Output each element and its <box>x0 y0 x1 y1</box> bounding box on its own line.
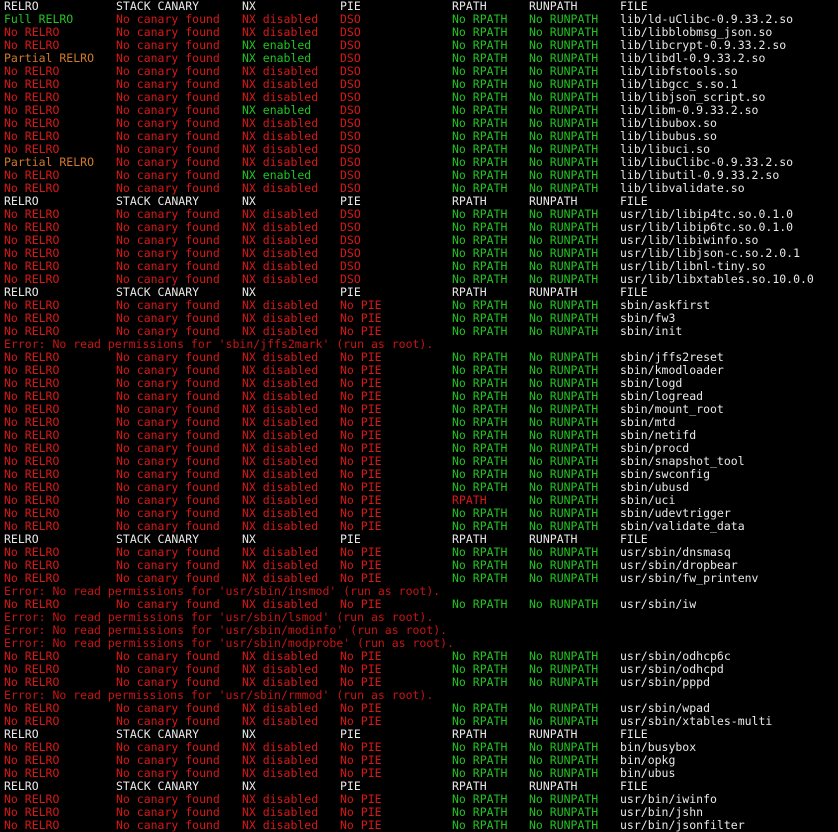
stack-canary-cell: No canary found <box>116 818 220 832</box>
file-cell: usr/sbin/fw_printenv <box>620 571 759 585</box>
runpath-cell: No RUNPATH <box>529 324 599 338</box>
relro-cell: No RELRO <box>4 818 60 832</box>
runpath-cell: No RUNPATH <box>529 818 599 832</box>
runpath-cell: No RUNPATH <box>529 571 599 585</box>
rpath-cell: No RPATH <box>452 675 508 689</box>
runpath-cell: No RUNPATH <box>529 675 599 689</box>
file-cell: usr/sbin/pppd <box>620 675 711 689</box>
terminal-output[interactable]: RELRO STACK CANARY NX PIE RPATH RUNPATH FILE Fu… <box>0 0 838 832</box>
file-cell: usr/lib/libxtables.so.10.0.0 <box>620 272 814 286</box>
pie-cell: No PIE <box>340 818 382 832</box>
nx-cell: NX disabled <box>242 818 319 832</box>
rpath-cell: No RPATH <box>452 818 508 832</box>
runpath-cell: No RUNPATH <box>529 597 599 611</box>
file-cell: usr/bin/jsonfilter <box>620 818 745 832</box>
rpath-cell: No RPATH <box>452 324 508 338</box>
rpath-cell: No RPATH <box>452 597 508 611</box>
result-row: No RELRO No canary found NX disabled No PIE… <box>0 819 838 832</box>
error-message: Error: No read permissions for 'usr/sbin… <box>4 636 455 650</box>
file-cell: usr/sbin/iw <box>620 597 697 611</box>
rpath-cell: No RPATH <box>452 571 508 585</box>
file-cell: sbin/init <box>620 324 683 338</box>
